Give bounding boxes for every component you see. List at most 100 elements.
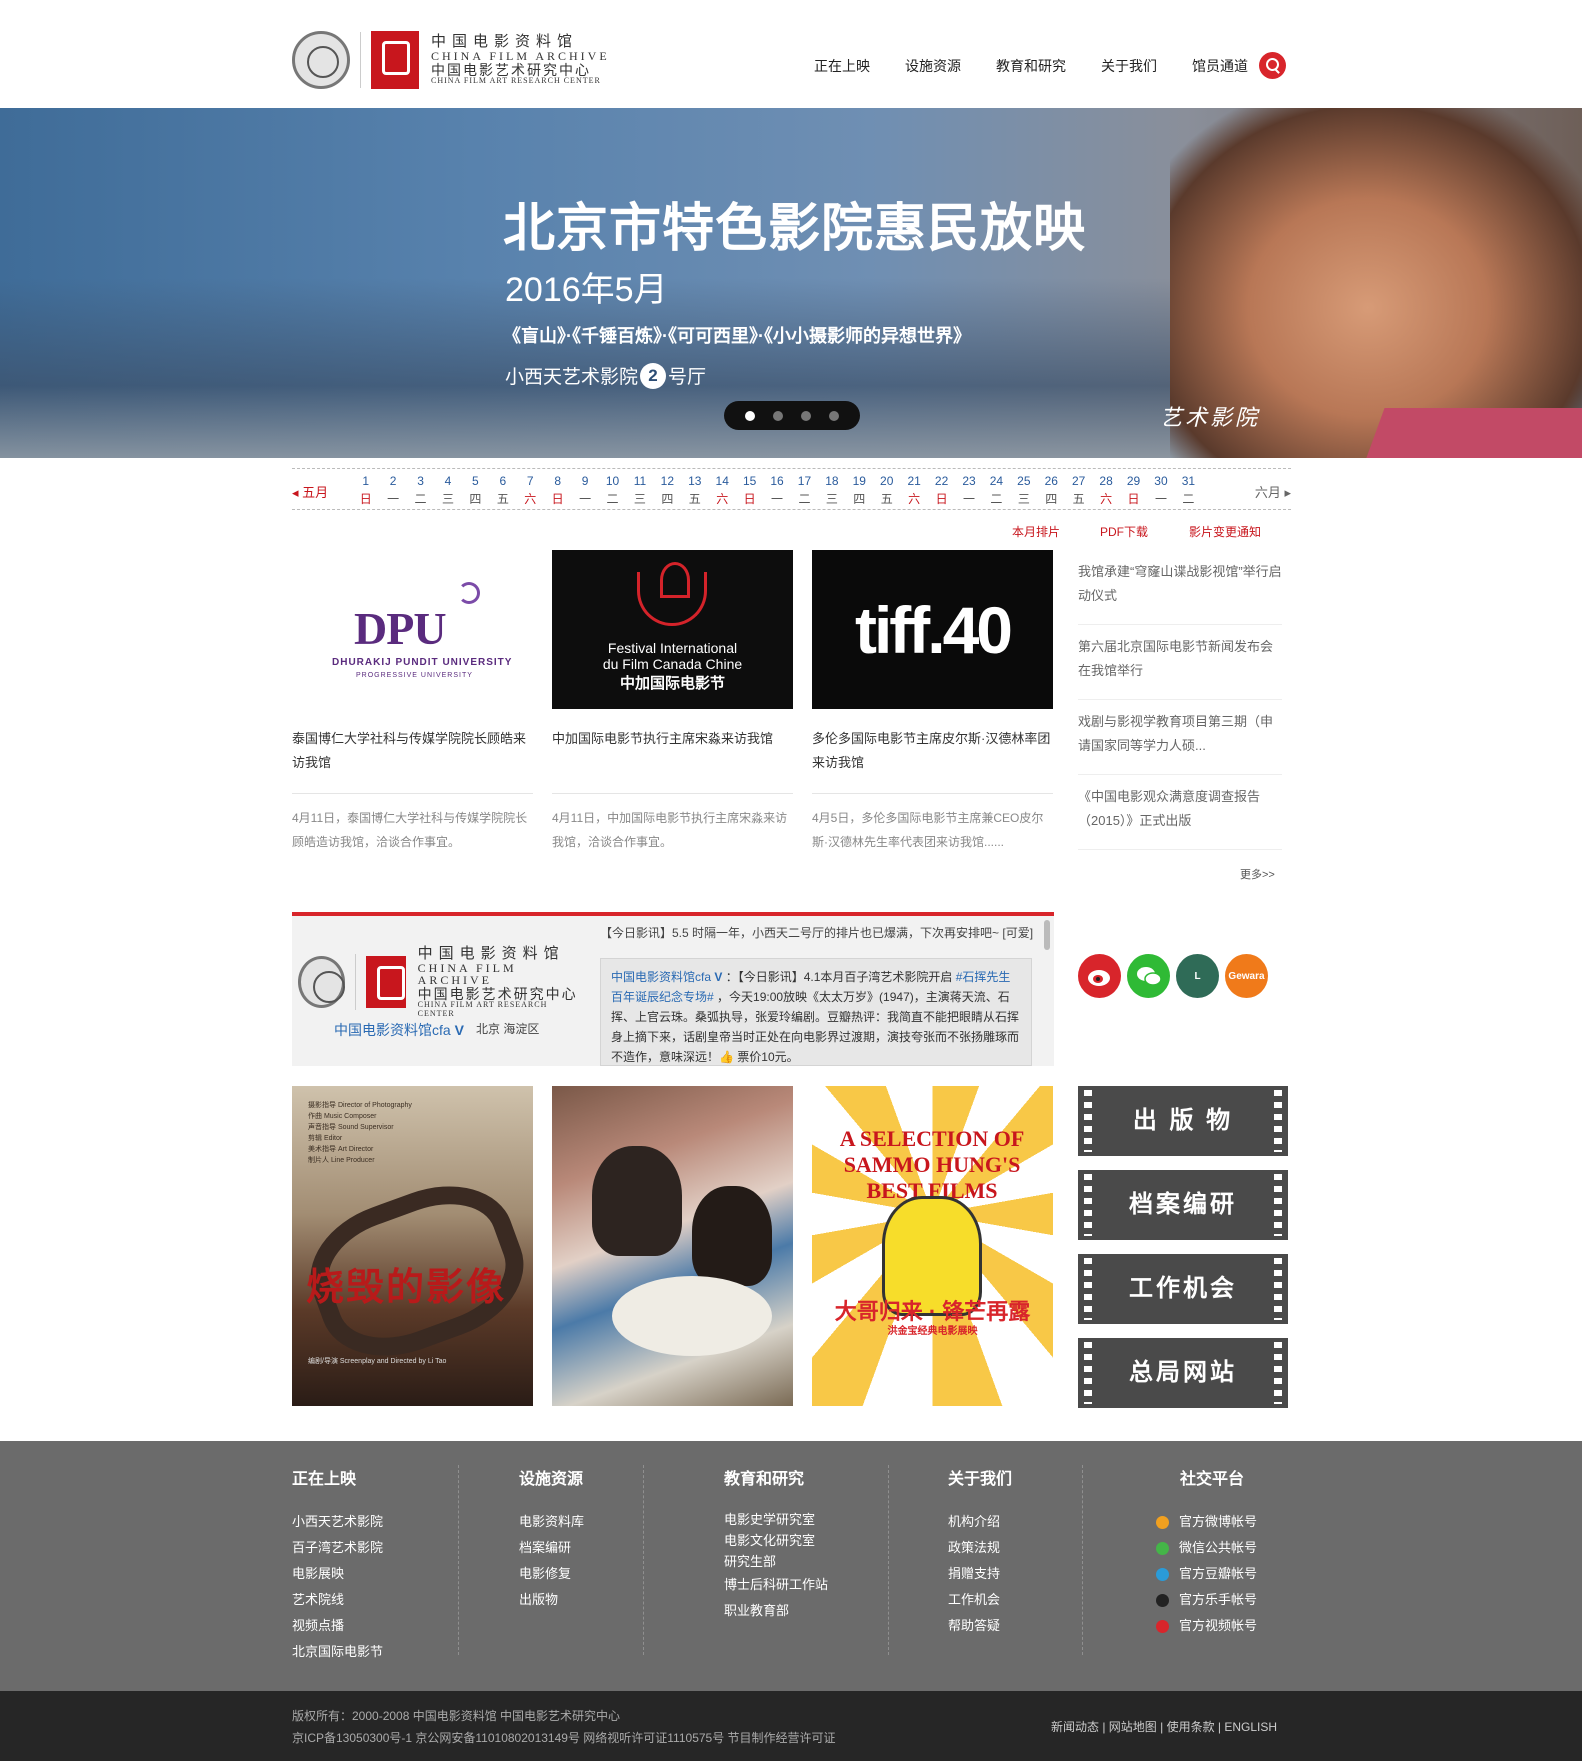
footer-link[interactable]: 出版物 [519, 1587, 584, 1613]
archive-research-button[interactable]: 档案编研 [1078, 1170, 1288, 1240]
footer-link[interactable]: 艺术院线 [292, 1587, 383, 1613]
footer-link[interactable]: 档案编研 [519, 1535, 584, 1561]
hero-banner[interactable]: 北京市特色影院惠民放映 2016年5月 《盲山》·《千锤百炼》·《可可西里》·《… [0, 108, 1582, 458]
jobs-button[interactable]: 工作机会 [1078, 1254, 1288, 1324]
nav-staff[interactable]: 馆员通道 [1192, 56, 1248, 76]
calendar-day[interactable]: 31 二 [1175, 472, 1202, 508]
calendar-day[interactable]: 20 五 [873, 472, 900, 508]
calendar-prev-month[interactable]: ◂ 五月 [292, 482, 328, 501]
festival-logo-image[interactable]: Festival International du Film Canada Ch… [552, 550, 793, 709]
feed-user-link[interactable]: 中国电影资料馆cfa [611, 970, 711, 984]
monthly-schedule-link[interactable]: 本月排片 [1012, 523, 1060, 540]
carousel-dot[interactable] [829, 410, 839, 421]
carousel-dot[interactable] [773, 410, 783, 421]
news-title[interactable]: 中加国际电影节执行主席宋淼来访我馆 [552, 727, 793, 783]
calendar-day[interactable]: 19 四 [846, 472, 873, 508]
calendar-day[interactable]: 22 日 [928, 472, 955, 508]
footer-link[interactable]: 职业教育部 [724, 1598, 828, 1624]
footer-link[interactable]: 视频点播 [292, 1613, 383, 1639]
sarft-site-button[interactable]: 总局网站 [1078, 1338, 1288, 1408]
calendar-day[interactable]: 26 四 [1038, 472, 1065, 508]
calendar-day[interactable]: 4三 [434, 472, 461, 508]
news-list-item[interactable]: 戏剧与影视学教育项目第三期（申请国家同等学力人硕... [1078, 710, 1282, 775]
carousel-dot[interactable] [745, 410, 755, 421]
news-list-item[interactable]: 第六届北京国际电影节新闻发布会在我馆举行 [1078, 635, 1282, 700]
weibo-account-name[interactable]: 中国电影资料馆cfa V [334, 1020, 464, 1040]
footer-link[interactable]: 北京国际电影节 [292, 1639, 383, 1665]
footer-link[interactable]: 电影文化研究室 [724, 1530, 828, 1551]
news-list-item[interactable]: 我馆承建“穹窿山谍战影视馆”举行启动仪式 [1078, 560, 1282, 625]
calendar-day[interactable]: 21 六 [900, 472, 927, 508]
news-title[interactable]: 多伦多国际电影节主席皮尔斯·汉德林率团来访我馆 [812, 727, 1053, 783]
calendar-day[interactable]: 30 一 [1147, 472, 1174, 508]
calendar-day[interactable]: 18 三 [818, 472, 845, 508]
footer-social-link[interactable]: 微信公共帐号 [1156, 1535, 1257, 1561]
news-card[interactable]: tiff.40 多伦多国际电影节主席皮尔斯·汉德林率团来访我馆 4月5日，多伦多… [812, 550, 1053, 854]
calendar-day[interactable]: 10 二 [599, 472, 626, 508]
tiff-logo-image[interactable]: tiff.40 [812, 550, 1053, 709]
news-title[interactable]: 泰国博仁大学社科与传媒学院院长顾皓来访我馆 [292, 727, 533, 783]
weibo-account-logo[interactable]: 中国电影资料馆 CHINA FILM ARCHIVE 中国电影艺术研究中心 CH… [298, 946, 578, 1017]
calendar-day[interactable]: 16 一 [763, 472, 790, 508]
film-poster[interactable] [552, 1086, 793, 1406]
dpu-logo-image[interactable]: DPU DHURAKIJ PUNDIT UNIVERSITY PROGRESSI… [292, 550, 533, 709]
footer-link[interactable]: 博士后科研工作站 [724, 1572, 828, 1598]
weibo-ticker[interactable]: 【今日影讯】5.5 时隔一年，小西天二号厅的排片也已爆满，下次再安排吧~ [可爱… [600, 924, 1040, 941]
news-card[interactable]: Festival International du Film Canada Ch… [552, 550, 793, 854]
calendar-day[interactable]: 5四 [462, 472, 489, 508]
calendar-next-month[interactable]: 六月 ▸ [1255, 482, 1291, 501]
footer-link[interactable]: 捐赠支持 [948, 1561, 1012, 1587]
schedule-change-link[interactable]: 影片变更通知 [1189, 523, 1261, 540]
search-icon[interactable] [1259, 52, 1286, 79]
footer-link[interactable]: 工作机会 [948, 1587, 1012, 1613]
footer-link[interactable]: 百子湾艺术影院 [292, 1535, 383, 1561]
calendar-day[interactable]: 7六 [517, 472, 544, 508]
footer-link[interactable]: 帮助答疑 [948, 1613, 1012, 1639]
wechat-icon[interactable] [1127, 954, 1170, 998]
calendar-day[interactable]: 9一 [571, 472, 598, 508]
weibo-icon[interactable] [1078, 954, 1121, 998]
footer-social-link[interactable]: 官方视频帐号 [1156, 1613, 1257, 1639]
news-list-item[interactable]: 《中国电影观众满意度调查报告（2015）》正式出版 [1078, 785, 1282, 850]
calendar-day[interactable]: 8日 [544, 472, 571, 508]
bottom-links[interactable]: 新闻动态 | 网站地图 | 使用条款 | ENGLISH [1051, 1718, 1277, 1735]
weibo-feed-post[interactable]: 中国电影资料馆cfa V ：【今日影讯】4.1本月百子湾艺术影院开启 #石挥先生… [600, 958, 1032, 1066]
calendar-day[interactable]: 17 二 [791, 472, 818, 508]
footer-link[interactable]: 政策法规 [948, 1535, 1012, 1561]
footer-link[interactable]: 机构介绍 [948, 1509, 1012, 1535]
calendar-day[interactable]: 12 四 [654, 472, 681, 508]
pdf-download-link[interactable]: PDF下载 [1100, 523, 1148, 540]
more-news-link[interactable]: 更多>> [1240, 866, 1275, 882]
calendar-day[interactable]: 24 二 [983, 472, 1010, 508]
carousel-dot[interactable] [801, 410, 811, 421]
calendar-day[interactable]: 1日 [352, 472, 379, 508]
nav-now-showing[interactable]: 正在上映 [814, 56, 870, 76]
calendar-day[interactable]: 13 五 [681, 472, 708, 508]
calendar-day[interactable]: 6五 [489, 472, 516, 508]
footer-link[interactable]: 电影修复 [519, 1561, 584, 1587]
calendar-day[interactable]: 25 三 [1010, 472, 1037, 508]
nav-education[interactable]: 教育和研究 [996, 56, 1066, 76]
nav-about[interactable]: 关于我们 [1101, 56, 1157, 76]
calendar-day[interactable]: 14 六 [708, 472, 735, 508]
guevara-icon[interactable]: Gewara [1225, 954, 1268, 998]
footer-social-link[interactable]: 官方豆瓣帐号 [1156, 1561, 1257, 1587]
footer-link[interactable]: 电影展映 [292, 1561, 383, 1587]
publications-button[interactable]: 出 版 物 [1078, 1086, 1288, 1156]
calendar-day[interactable]: 11 三 [626, 472, 653, 508]
nav-facilities[interactable]: 设施资源 [905, 56, 961, 76]
film-poster[interactable]: A SELECTION OF SAMMO HUNG'S BEST FILMS 大… [812, 1086, 1053, 1406]
footer-link[interactable]: 电影史学研究室 [724, 1509, 828, 1530]
footer-link[interactable]: 研究生部 [724, 1551, 828, 1572]
lofter-icon[interactable]: L [1176, 954, 1219, 998]
calendar-day[interactable]: 2一 [379, 472, 406, 508]
footer-social-link[interactable]: 官方微博帐号 [1156, 1509, 1257, 1535]
calendar-day[interactable]: 28 六 [1092, 472, 1119, 508]
calendar-day[interactable]: 29 日 [1120, 472, 1147, 508]
footer-social-link[interactable]: 官方乐手帐号 [1156, 1587, 1257, 1613]
calendar-day[interactable]: 15 日 [736, 472, 763, 508]
footer-link[interactable]: 小西天艺术影院 [292, 1509, 383, 1535]
calendar-day[interactable]: 27 五 [1065, 472, 1092, 508]
weibo-scrollbar[interactable] [1044, 920, 1050, 950]
footer-link[interactable]: 电影资料库 [519, 1509, 584, 1535]
